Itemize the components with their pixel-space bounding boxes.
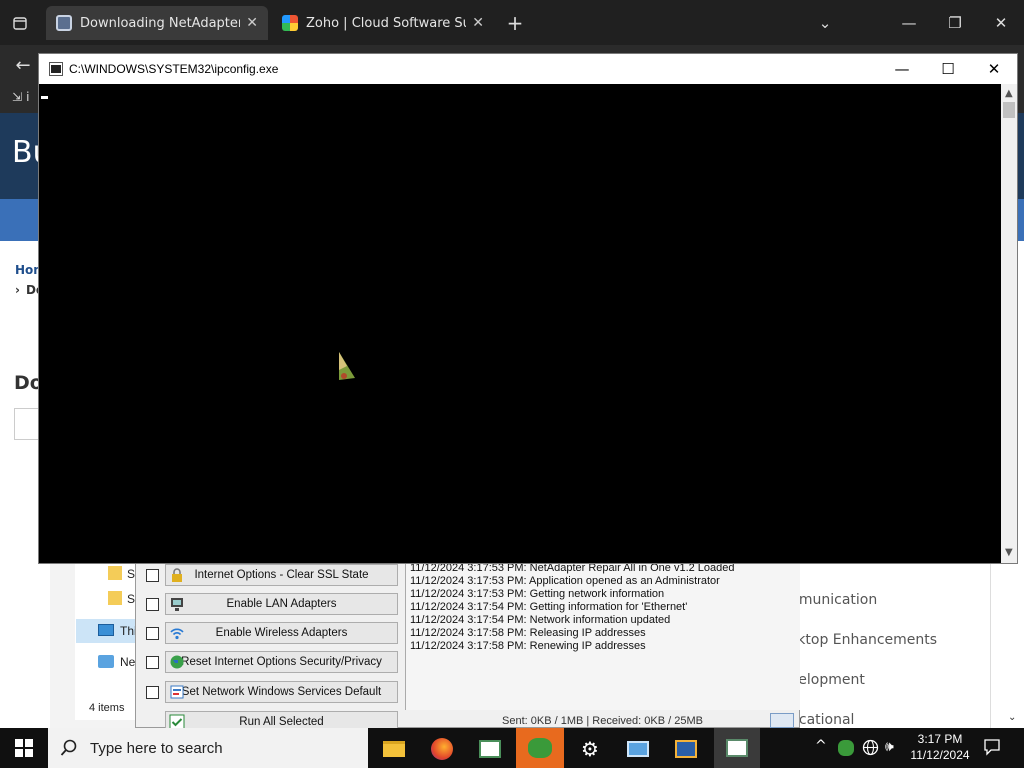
clear-ssl-button[interactable]: Internet Options - Clear SSL State — [165, 564, 398, 586]
scroll-down-icon[interactable]: ⌄ — [1008, 712, 1016, 723]
transfer-status: Sent: 0KB / 1MB | Received: 0KB / 25MB — [502, 715, 703, 727]
log-line: 11/12/2024 3:17:54 PM: Getting informati… — [410, 601, 688, 613]
zoho-favicon-icon — [282, 15, 298, 31]
scroll-up-icon[interactable]: ▲ — [1005, 88, 1013, 99]
back-button[interactable]: ← — [10, 52, 36, 78]
option-row: Reset Internet Options Security/Privacy — [146, 650, 398, 674]
log-line: 11/12/2024 3:17:58 PM: Releasing IP addr… — [410, 627, 646, 639]
services-default-button[interactable]: Set Network Windows Services Default — [165, 681, 398, 703]
cmd-window: C:\WINDOWS\SYSTEM32\ipconfig.exe — ☐ ✕ ▲… — [38, 53, 1018, 564]
option-row: Enable Wireless Adapters — [146, 621, 398, 645]
category-link[interactable]: sktop Enhancements — [790, 632, 937, 648]
cmd-maximize-button[interactable]: ☐ — [925, 54, 971, 84]
cmd-title-bar[interactable]: C:\WINDOWS\SYSTEM32\ipconfig.exe — [39, 54, 1017, 84]
log-line: 11/12/2024 3:17:54 PM: Network informati… — [410, 614, 671, 626]
log-line: 11/12/2024 3:17:53 PM: Application opene… — [410, 575, 720, 587]
cmd-taskbar-icon[interactable] — [714, 728, 760, 768]
netadapter-taskbar-icon[interactable] — [516, 728, 564, 768]
option-checkbox[interactable] — [146, 568, 159, 582]
option-checkbox[interactable] — [146, 597, 159, 611]
system-clock[interactable]: 3:17 PM 11/12/2024 — [900, 731, 980, 763]
text-cursor — [41, 96, 48, 99]
option-row: Internet Options - Clear SSL State — [146, 563, 398, 587]
services-icon — [170, 685, 184, 699]
browser-minimize-button[interactable]: — — [896, 10, 922, 36]
category-link[interactable]: velopment — [790, 672, 865, 688]
file-explorer-icon[interactable] — [372, 732, 416, 766]
enable-lan-button[interactable]: Enable LAN Adapters — [165, 593, 398, 615]
tab-list-chevron-icon[interactable]: ⌄ — [812, 10, 838, 36]
lock-icon — [172, 568, 182, 582]
signin-icon: ⇲ — [12, 90, 23, 104]
explorer-item[interactable]: S — [127, 567, 135, 581]
option-checkbox[interactable] — [146, 626, 159, 640]
page-favicon-icon — [56, 15, 72, 31]
network-globe-icon[interactable] — [862, 739, 879, 759]
enable-wireless-button[interactable]: Enable Wireless Adapters — [165, 622, 398, 644]
firefox-icon[interactable] — [420, 732, 464, 766]
folder-icon — [108, 566, 122, 580]
search-icon — [60, 739, 77, 756]
windows-start-button[interactable] — [15, 739, 33, 760]
cmd-scrollbar[interactable]: ▲ ▼ — [1001, 84, 1017, 563]
option-row: Enable LAN Adapters — [146, 592, 398, 616]
signin-bookmark[interactable]: ⇲ i — [12, 90, 29, 104]
scroll-down-icon[interactable]: ▼ — [1005, 547, 1013, 558]
notifications-icon[interactable] — [983, 738, 1001, 759]
option-checkbox[interactable] — [146, 685, 159, 699]
remote-app-icon[interactable] — [664, 732, 708, 766]
app-window-icon[interactable] — [468, 732, 512, 766]
explorer-item[interactable]: S — [127, 592, 135, 606]
taskbar-search-box[interactable]: Type here to search — [48, 728, 368, 768]
option-checkbox[interactable] — [146, 655, 159, 669]
browser-close-button[interactable]: ✕ — [988, 10, 1014, 36]
category-link[interactable]: nmunication — [790, 592, 877, 608]
divider — [990, 560, 991, 728]
clock-date: 11/12/2024 — [910, 748, 970, 762]
browser-restore-button[interactable]: ❐ — [942, 10, 968, 36]
tab-zoho[interactable]: Zoho | Cloud Software Suite for ✕ — [272, 6, 494, 40]
volume-icon[interactable]: 🕪 — [885, 739, 894, 755]
clock-time: 3:17 PM — [917, 732, 963, 746]
tray-expand-icon[interactable]: ^ — [815, 738, 827, 754]
chevron-right-icon: › — [15, 283, 20, 297]
loading-cursor-icon — [339, 352, 355, 380]
wireless-icon — [170, 628, 184, 640]
tab-actions-icon[interactable] — [8, 12, 32, 34]
item-count: 4 items — [89, 702, 125, 714]
advanced-icon[interactable] — [770, 713, 794, 728]
cmd-minimize-button[interactable]: — — [879, 54, 925, 84]
tab-close-icon[interactable]: ✕ — [472, 15, 484, 31]
log-output: 11/12/2024 3:17:53 PM: NetAdapter Repair… — [405, 560, 800, 710]
option-row: Set Network Windows Services Default — [146, 680, 398, 704]
scroll-thumb[interactable] — [1003, 102, 1015, 118]
cmd-title: C:\WINDOWS\SYSTEM32\ipconfig.exe — [69, 62, 279, 76]
log-line: 11/12/2024 3:17:53 PM: Getting network i… — [410, 588, 665, 600]
globe-icon — [170, 655, 184, 669]
console-icon — [49, 62, 63, 76]
tab-title: Zoho | Cloud Software Suite for — [306, 15, 466, 31]
cmd-close-button[interactable]: ✕ — [971, 54, 1017, 84]
windows-logo-icon — [15, 739, 33, 757]
network-icon — [171, 598, 183, 611]
tab-netadapter[interactable]: Downloading NetAdapter Repa ✕ — [46, 6, 268, 40]
tab-title: Downloading NetAdapter Repa — [80, 15, 241, 31]
folder-icon — [108, 591, 122, 605]
search-placeholder: Type here to search — [90, 739, 223, 757]
settings-gear-icon[interactable]: ⚙ — [568, 732, 612, 766]
explorer-item-network[interactable]: Ne — [120, 655, 135, 669]
new-tab-button[interactable]: + — [502, 10, 528, 36]
network-connections-icon[interactable] — [616, 732, 660, 766]
log-line: 11/12/2024 3:17:58 PM: Renewing IP addre… — [410, 640, 646, 652]
tab-close-icon[interactable]: ✕ — [246, 15, 258, 31]
reset-security-button[interactable]: Reset Internet Options Security/Privacy — [165, 651, 398, 673]
this-pc-icon — [98, 624, 114, 636]
network-icon — [98, 655, 114, 668]
tray-app-icon[interactable] — [838, 740, 854, 756]
